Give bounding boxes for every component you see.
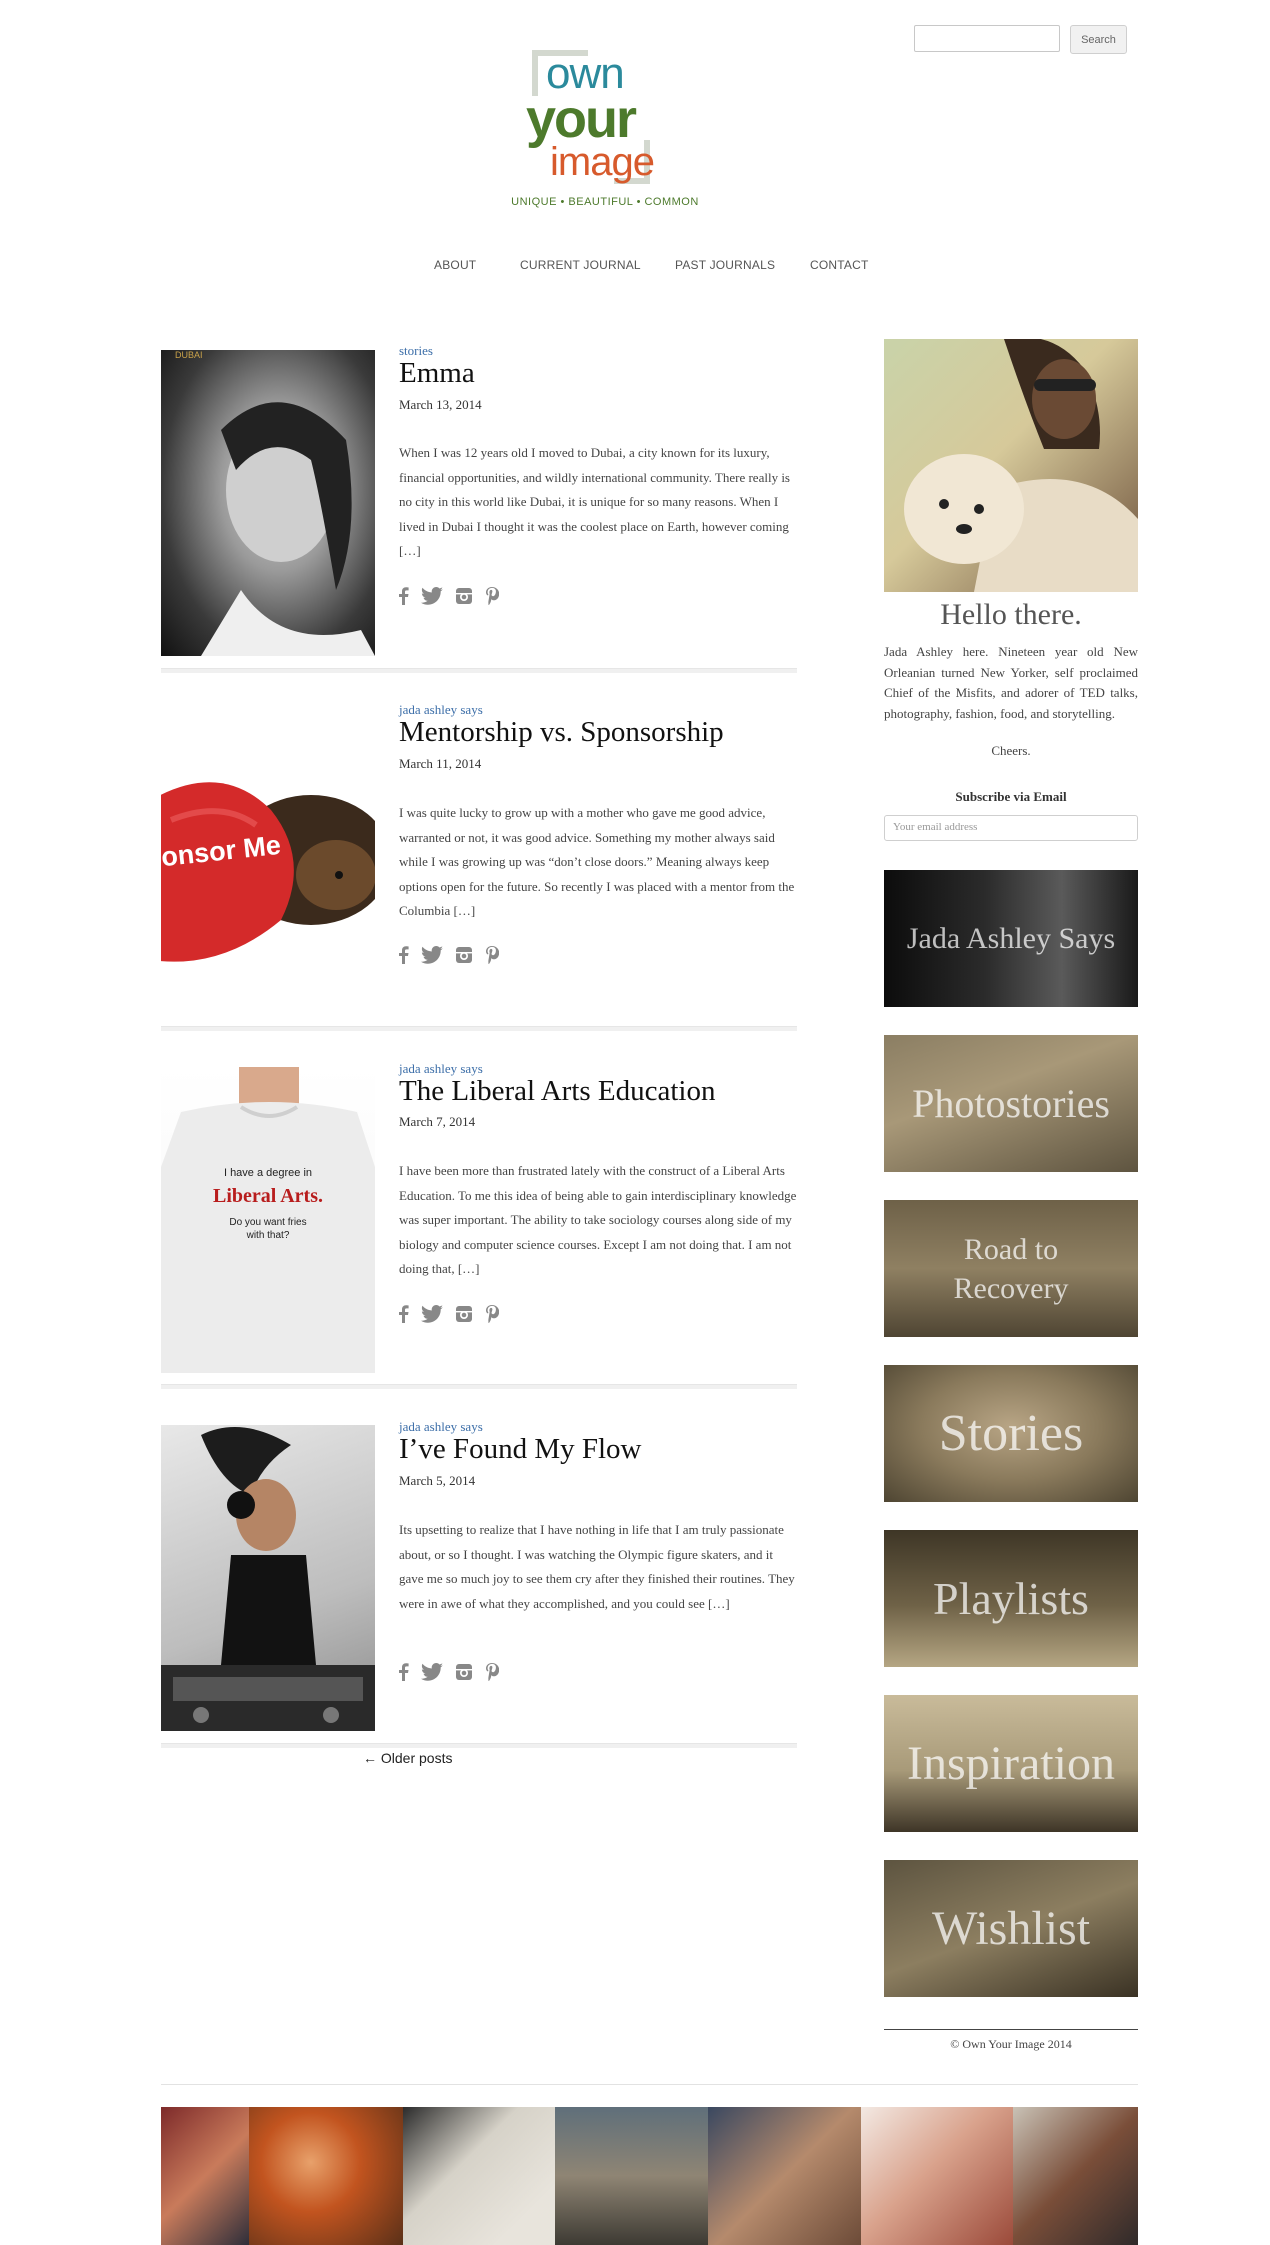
post-excerpt: When I was 12 years old I moved to Dubai… <box>399 445 790 558</box>
nav-contact[interactable]: CONTACT <box>810 258 869 272</box>
image-caption-line: I have a degree in <box>223 1167 313 1179</box>
facebook-icon[interactable] <box>399 1663 409 1681</box>
tile-label: Playlists <box>933 1572 1089 1624</box>
post-date: March 7, 2014 <box>399 1114 476 1129</box>
subscribe-email-field[interactable]: Your email address <box>884 815 1138 841</box>
instagram-photo[interactable] <box>708 2107 861 2245</box>
post-thumbnail[interactable]: DUBAI <box>161 350 375 656</box>
category-tile-stories[interactable]: Stories <box>884 1365 1138 1502</box>
post-date: March 5, 2014 <box>399 1473 476 1488</box>
twitter-icon[interactable] <box>421 1663 443 1681</box>
post-title[interactable]: The Liberal Arts Education <box>399 1075 715 1108</box>
instagram-icon[interactable] <box>455 1663 473 1681</box>
post-thumbnail[interactable] <box>161 1425 375 1731</box>
share-icons <box>399 1662 499 1682</box>
twitter-icon[interactable] <box>421 1305 443 1323</box>
logo-tagline: UNIQUE • BEAUTIFUL • COMMON <box>511 196 699 208</box>
tile-label: Wishlist <box>931 1901 1091 1955</box>
category-tile-wishlist[interactable]: Wishlist <box>884 1860 1138 1997</box>
image-caption-line: Liberal Arts. <box>213 1185 323 1207</box>
post-title[interactable]: I’ve Found My Flow <box>399 1433 641 1466</box>
instagram-photo[interactable] <box>555 2107 708 2245</box>
pinterest-icon[interactable] <box>485 1305 499 1323</box>
tile-label: Stories <box>938 1404 1084 1462</box>
nav-about[interactable]: ABOUT <box>434 258 476 272</box>
tile-label: Road to Recovery <box>953 1232 1069 1305</box>
post-excerpt: Its upsetting to realize that I have not… <box>399 1522 795 1611</box>
image-caption-line: with that? <box>246 1230 290 1241</box>
subscribe-title: Subscribe via Email <box>955 789 1067 804</box>
category-tile-jada-ashley-says[interactable]: Jada Ashley Says <box>884 870 1138 1007</box>
instagram-photo[interactable] <box>1013 2107 1138 2245</box>
nav-current-journal[interactable]: CURRENT JOURNAL <box>520 258 641 272</box>
category-tile-inspiration[interactable]: Inspiration <box>884 1695 1138 1832</box>
post-title[interactable]: Mentorship vs. Sponsorship <box>399 716 724 749</box>
facebook-icon[interactable] <box>399 946 409 964</box>
logo-word-image: image <box>550 140 655 184</box>
site-logo[interactable]: own your image UNIQUE • BEAUTIFUL • COMM… <box>506 46 706 216</box>
footer-divider <box>884 2029 1138 2030</box>
instagram-photo[interactable] <box>249 2107 403 2245</box>
portrait-illustration <box>201 402 375 656</box>
tile-label: Jada Ashley Says <box>906 921 1116 955</box>
image-caption: DUBAI <box>175 350 203 360</box>
post-thumbnail[interactable]: I have a degree in Liberal Arts. Do you … <box>161 1067 375 1373</box>
category-tile-photostories[interactable]: Photostories <box>884 1035 1138 1172</box>
facebook-icon[interactable] <box>399 587 409 605</box>
pinterest-icon[interactable] <box>485 946 499 964</box>
post-excerpt: I have been more than frustrated lately … <box>399 1163 797 1276</box>
instagram-photo-strip <box>161 2107 1138 2245</box>
post-divider <box>161 1743 797 1748</box>
category-tile-playlists[interactable]: Playlists <box>884 1530 1138 1667</box>
instagram-icon[interactable] <box>455 1305 473 1323</box>
twitter-icon[interactable] <box>421 946 443 964</box>
post-thumbnail[interactable]: onsor Me <box>161 710 375 1016</box>
nav-past-journals[interactable]: PAST JOURNALS <box>675 258 775 272</box>
copyright-text: © Own Your Image 2014 <box>950 2037 1072 2051</box>
instagram-icon[interactable] <box>455 587 473 605</box>
author-photo <box>884 339 1138 592</box>
sidebar-bio: Jada Ashley here. Nineteen year old New … <box>884 644 1138 721</box>
post-divider <box>161 1026 797 1031</box>
share-icons <box>399 945 499 965</box>
author-photo-illustration <box>904 339 1138 592</box>
twitter-icon[interactable] <box>421 587 443 605</box>
share-icons <box>399 586 499 606</box>
instagram-photo[interactable] <box>161 2107 249 2245</box>
instagram-photo[interactable] <box>403 2107 555 2245</box>
post-title[interactable]: Emma <box>399 357 475 390</box>
post-divider <box>161 668 797 673</box>
category-tile-road-to-recovery[interactable]: Road to Recovery <box>884 1200 1138 1337</box>
image-caption-line: Do you want fries <box>229 1217 307 1228</box>
older-posts-link[interactable]: ← Older posts <box>363 1750 452 1766</box>
search-button[interactable]: Search <box>1070 25 1127 54</box>
share-icons <box>399 1304 499 1324</box>
search-input[interactable] <box>914 25 1060 52</box>
post-excerpt: I was quite lucky to grow up with a moth… <box>399 805 795 918</box>
tile-label: Photostories <box>912 1080 1110 1126</box>
post-date: March 13, 2014 <box>399 397 482 412</box>
instagram-photo[interactable] <box>861 2107 1013 2245</box>
sidebar-signoff: Cheers. <box>991 743 1031 758</box>
sidebar-greeting: Hello there. <box>940 598 1082 631</box>
pinterest-icon[interactable] <box>485 1663 499 1681</box>
pinterest-icon[interactable] <box>485 587 499 605</box>
instagram-icon[interactable] <box>455 946 473 964</box>
post-divider <box>161 1384 797 1389</box>
facebook-icon[interactable] <box>399 1305 409 1323</box>
logo-word-your: your <box>526 89 637 149</box>
tile-label: Inspiration <box>907 1736 1115 1790</box>
post-date: March 11, 2014 <box>399 756 482 771</box>
footer-rule <box>161 2084 1138 2085</box>
dj-illustration <box>161 1427 375 1731</box>
